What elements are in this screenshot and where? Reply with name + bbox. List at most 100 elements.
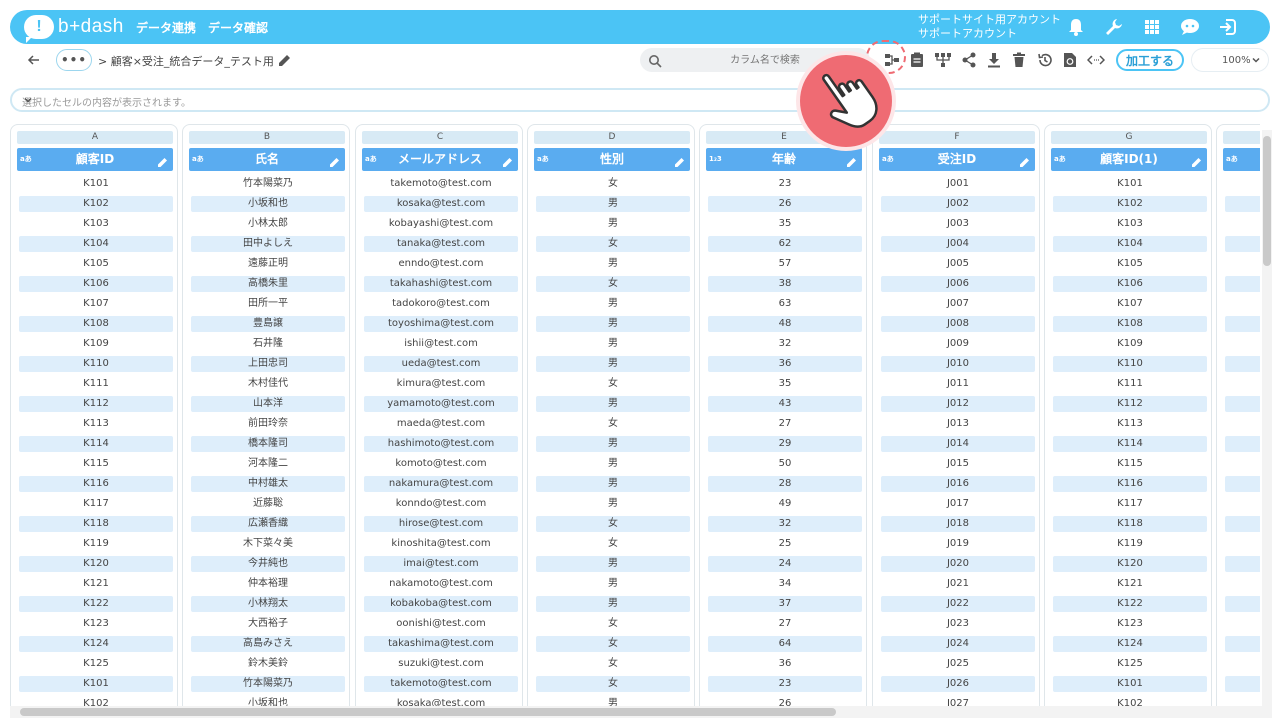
edit-pencil-icon[interactable] (1191, 153, 1203, 167)
share-icon[interactable] (959, 50, 979, 70)
table-cell[interactable]: J025 (881, 656, 1035, 672)
table-cell[interactable]: tanaka@test.com (364, 236, 518, 252)
apps-grid-icon[interactable] (1142, 17, 1162, 37)
table-cell[interactable]: 橋本隆司 (191, 436, 345, 452)
table-cell[interactable]: 女 (536, 656, 690, 672)
table-cell[interactable] (1225, 476, 1260, 492)
table-cell[interactable] (1225, 516, 1260, 532)
table-cell[interactable]: 今井純也 (191, 556, 345, 572)
table-cell[interactable]: K103 (1053, 216, 1207, 232)
table-cell[interactable]: J019 (881, 536, 1035, 552)
table-cell[interactable]: 50 (708, 456, 862, 472)
table-cell[interactable]: 男 (536, 456, 690, 472)
horizontal-scrollbar[interactable] (10, 706, 1272, 718)
table-cell[interactable]: 女 (536, 516, 690, 532)
table-cell[interactable]: K112 (19, 396, 173, 412)
table-cell[interactable]: K108 (1053, 316, 1207, 332)
table-cell[interactable]: 27 (708, 416, 862, 432)
table-cell[interactable] (1225, 496, 1260, 512)
table-cell[interactable]: 35 (708, 216, 862, 232)
edit-pencil-icon[interactable] (502, 153, 514, 167)
column-letter[interactable]: D (534, 131, 690, 144)
table-cell[interactable] (1225, 296, 1260, 312)
table-cell[interactable]: 49 (708, 496, 862, 512)
table-cell[interactable]: 女 (536, 636, 690, 652)
column-letter[interactable]: B (189, 131, 345, 144)
edit-pencil-icon[interactable] (157, 153, 169, 167)
table-cell[interactable]: K113 (1053, 416, 1207, 432)
table-cell[interactable]: 男 (536, 316, 690, 332)
table-cell[interactable]: K102 (1053, 696, 1207, 706)
table-cell[interactable]: K102 (19, 196, 173, 212)
table-cell[interactable]: 女 (536, 616, 690, 632)
table-cell[interactable]: K107 (19, 296, 173, 312)
table-cell[interactable]: 河本隆二 (191, 456, 345, 472)
table-cell[interactable]: J026 (881, 676, 1035, 692)
table-cell[interactable]: 34 (708, 576, 862, 592)
cell-content-bar[interactable]: 選択したセルの内容が表示されます。 (10, 88, 1270, 112)
column-header[interactable]: aあ 顧客ID(1) (1051, 148, 1207, 171)
table-cell[interactable]: J015 (881, 456, 1035, 472)
table-cell[interactable]: K120 (1053, 556, 1207, 572)
column-letter[interactable]: C (362, 131, 518, 144)
table-cell[interactable]: K118 (1053, 516, 1207, 532)
table-cell[interactable]: K125 (19, 656, 173, 672)
table-cell[interactable]: nakamoto@test.com (364, 576, 518, 592)
edit-pencil-icon[interactable] (846, 153, 858, 167)
table-cell[interactable]: K104 (1053, 236, 1207, 252)
table-cell[interactable]: K111 (1053, 376, 1207, 392)
table-cell[interactable]: 女 (536, 416, 690, 432)
history-icon[interactable] (1035, 50, 1055, 70)
column-header[interactable]: aあ 顧客ID (17, 148, 173, 171)
nav-data-integration[interactable]: データ連携 (136, 19, 196, 36)
table-cell[interactable]: K110 (1053, 356, 1207, 372)
table-cell[interactable]: K116 (1053, 476, 1207, 492)
table-cell[interactable]: J001 (881, 176, 1035, 192)
table-cell[interactable]: 女 (536, 176, 690, 192)
table-cell[interactable]: 男 (536, 436, 690, 452)
table-cell[interactable]: 中村雄太 (191, 476, 345, 492)
table-cell[interactable]: K119 (1053, 536, 1207, 552)
trash-icon[interactable] (1009, 50, 1029, 70)
table-cell[interactable]: kosaka@test.com (364, 696, 518, 706)
table-cell[interactable]: ueda@test.com (364, 356, 518, 372)
table-cell[interactable]: 女 (536, 376, 690, 392)
code-icon[interactable] (1086, 50, 1106, 70)
table-cell[interactable]: K121 (1053, 576, 1207, 592)
table-cell[interactable]: takemoto@test.com (364, 176, 518, 192)
table-cell[interactable]: K119 (19, 536, 173, 552)
table-cell[interactable]: 女 (536, 236, 690, 252)
table-cell[interactable]: K115 (1053, 456, 1207, 472)
table-cell[interactable]: K112 (1053, 396, 1207, 412)
refresh-file-icon[interactable] (1060, 50, 1080, 70)
table-cell[interactable]: 25 (708, 536, 862, 552)
table-cell[interactable]: K109 (1053, 336, 1207, 352)
rename-pencil-icon[interactable] (278, 52, 294, 68)
table-cell[interactable]: K114 (1053, 436, 1207, 452)
table-cell[interactable]: 男 (536, 256, 690, 272)
nav-data-check[interactable]: データ確認 (208, 19, 268, 36)
flow-diagram-icon[interactable] (933, 50, 953, 70)
table-cell[interactable]: J005 (881, 256, 1035, 272)
table-cell[interactable]: 男 (536, 596, 690, 612)
edit-pencil-icon[interactable] (329, 153, 341, 167)
table-cell[interactable] (1225, 556, 1260, 572)
zoom-select[interactable]: 100% (1192, 49, 1268, 71)
table-cell[interactable]: 36 (708, 356, 862, 372)
process-button[interactable]: 加工する (1116, 49, 1184, 71)
table-cell[interactable]: oonishi@test.com (364, 616, 518, 632)
table-cell[interactable]: J006 (881, 276, 1035, 292)
table-cell[interactable]: nakamura@test.com (364, 476, 518, 492)
table-cell[interactable]: K114 (19, 436, 173, 452)
table-cell[interactable]: J003 (881, 216, 1035, 232)
table-cell[interactable]: K105 (1053, 256, 1207, 272)
table-cell[interactable]: 小林翔太 (191, 596, 345, 612)
table-cell[interactable] (1225, 576, 1260, 592)
table-cell[interactable]: K122 (19, 596, 173, 612)
table-cell[interactable]: K118 (19, 516, 173, 532)
table-cell[interactable]: J004 (881, 236, 1035, 252)
table-cell[interactable]: 豊島譲 (191, 316, 345, 332)
table-cell[interactable]: yamamoto@test.com (364, 396, 518, 412)
table-cell[interactable]: 26 (708, 196, 862, 212)
table-cell[interactable]: 35 (708, 376, 862, 392)
